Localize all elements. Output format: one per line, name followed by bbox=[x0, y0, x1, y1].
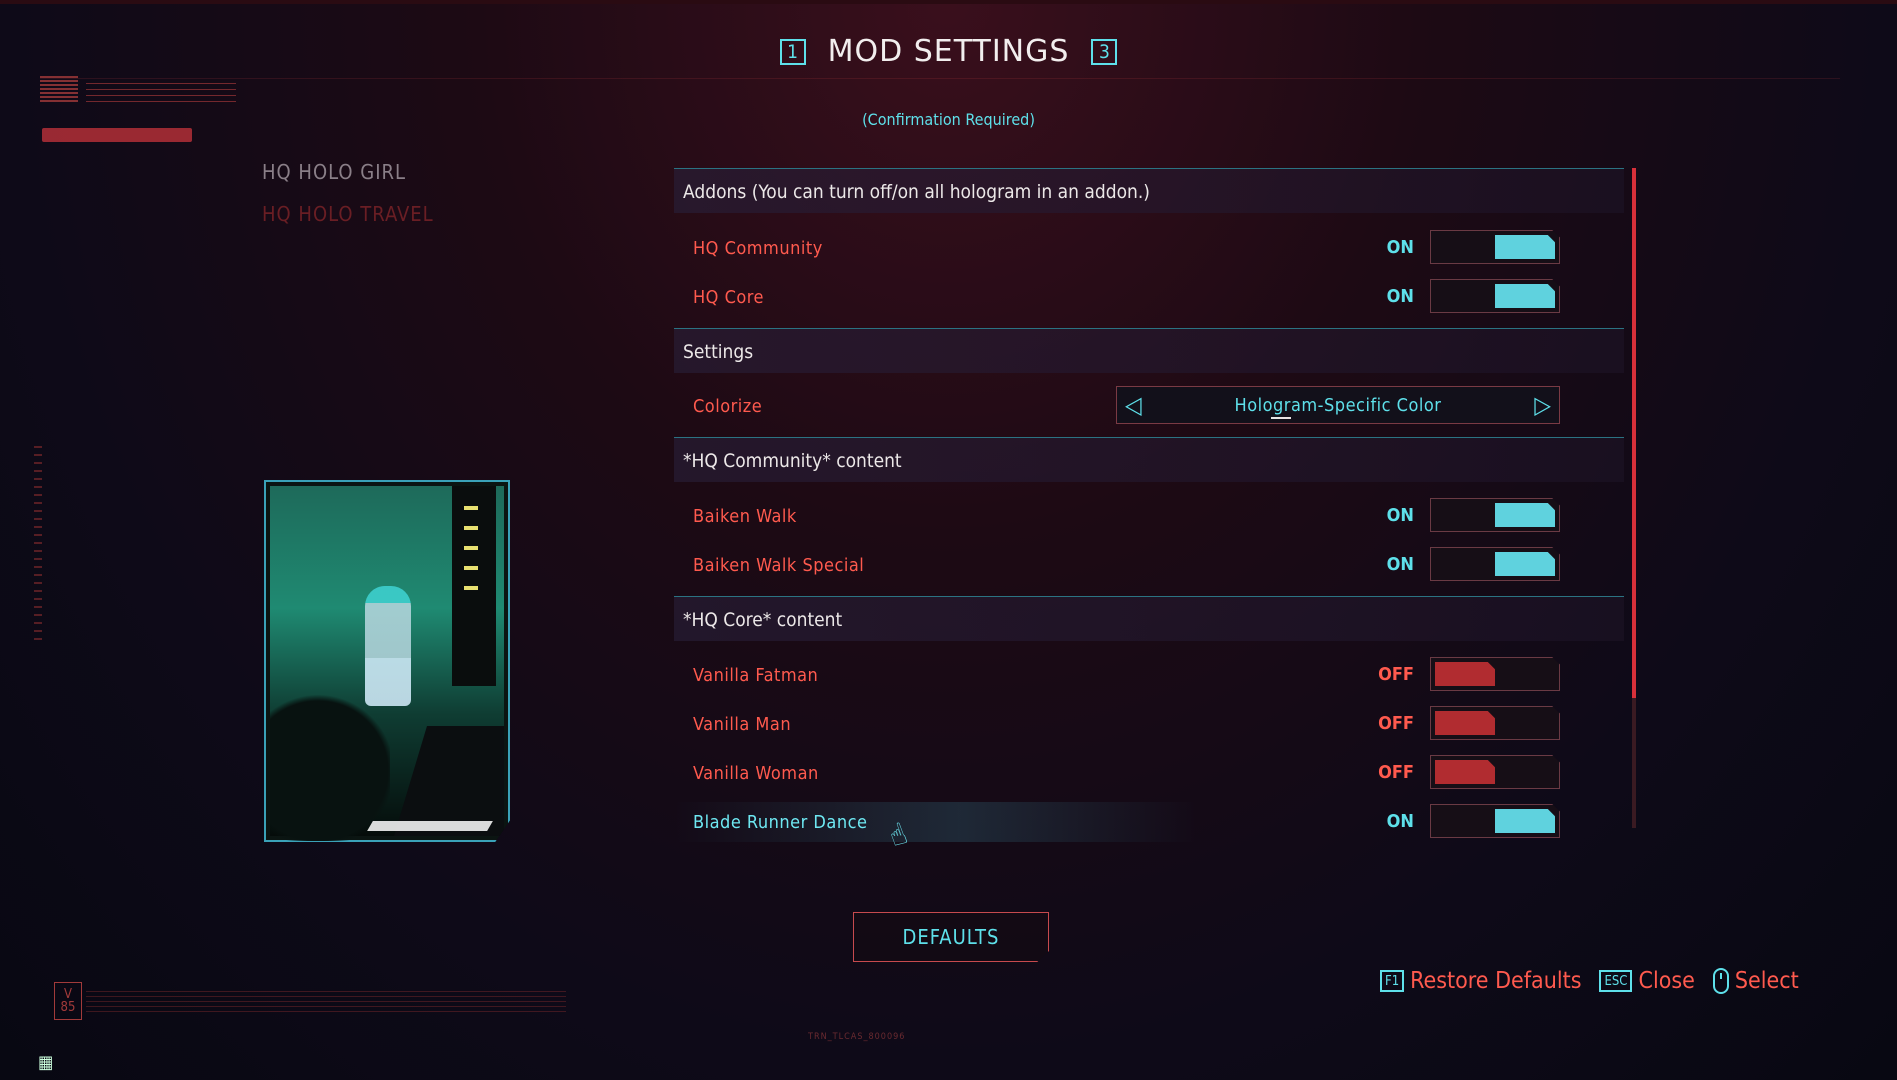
next-tab-key-icon[interactable]: 3 bbox=[1091, 38, 1118, 65]
restore-defaults-label: Restore Defaults bbox=[1410, 968, 1582, 994]
setting-row-vanilla-fatman[interactable]: Vanilla Fatman OFF bbox=[674, 655, 1624, 695]
setting-row-vanilla-woman[interactable]: Vanilla Woman OFF bbox=[674, 753, 1624, 793]
input-hints: F1 Restore Defaults ESC Close Select bbox=[1380, 968, 1799, 994]
setting-row-hq-community[interactable]: HQ Community ON bbox=[674, 228, 1624, 268]
building-silhouette bbox=[452, 486, 496, 686]
confirmation-required-note: (Confirmation Required) bbox=[862, 110, 1035, 129]
selector-value: Hologram-Specific Color bbox=[1234, 395, 1442, 416]
toggle-switch[interactable] bbox=[1430, 279, 1560, 313]
toggle-switch[interactable] bbox=[1430, 804, 1560, 838]
rooftop-silhouette bbox=[394, 726, 504, 836]
close-label: Close bbox=[1638, 968, 1695, 994]
prev-tab-key-icon[interactable]: 1 bbox=[779, 38, 806, 65]
setting-row-colorize[interactable]: Colorize ◁ Hologram-Specific Color ▷ bbox=[674, 386, 1624, 426]
decorative-fine-print bbox=[86, 80, 236, 102]
mod-list: HQ HOLO GIRL HQ HOLO TRAVEL bbox=[262, 160, 434, 244]
setting-label: Vanilla Woman bbox=[693, 763, 819, 784]
arrow-right-icon[interactable]: ▷ bbox=[1534, 391, 1551, 419]
mod-list-item-hq-holo-travel[interactable]: HQ HOLO TRAVEL bbox=[262, 202, 434, 226]
toggle-switch[interactable] bbox=[1430, 657, 1560, 691]
decorative-vertical-text bbox=[34, 440, 42, 640]
section-header-settings: Settings bbox=[674, 328, 1624, 373]
setting-label: Baiken Walk bbox=[693, 506, 797, 527]
settings-panel: Addons (You can turn off/on all hologram… bbox=[674, 168, 1624, 854]
section-header-hq-core-content: *HQ Core* content bbox=[674, 596, 1624, 641]
top-border bbox=[0, 0, 1897, 4]
grid-icon[interactable]: ▦ bbox=[38, 1052, 53, 1073]
mod-preview-image bbox=[264, 480, 510, 842]
restore-defaults-hint[interactable]: F1 Restore Defaults bbox=[1380, 968, 1581, 994]
light-streak bbox=[367, 821, 493, 831]
setting-label: Vanilla Fatman bbox=[693, 665, 819, 686]
toggle-state-text: ON bbox=[1386, 237, 1414, 258]
flag-logo-icon bbox=[40, 76, 78, 102]
setting-row-baiken-walk-special[interactable]: Baiken Walk Special ON bbox=[674, 545, 1624, 585]
setting-row-blade-runner-dance[interactable]: Blade Runner Dance ON bbox=[674, 802, 1624, 842]
selector-underline bbox=[1271, 417, 1291, 419]
toggle-switch[interactable] bbox=[1430, 547, 1560, 581]
setting-row-baiken-walk[interactable]: Baiken Walk ON bbox=[674, 496, 1624, 536]
toggle-switch[interactable] bbox=[1430, 230, 1560, 264]
section-title: *HQ Core* content bbox=[683, 609, 843, 631]
mouse-icon bbox=[1712, 968, 1729, 994]
esc-key-icon: ESC bbox=[1599, 970, 1633, 992]
section-title: Settings bbox=[683, 341, 754, 363]
defaults-button[interactable]: DEFAULTS bbox=[853, 912, 1049, 962]
hologram-girl-figure bbox=[365, 586, 411, 706]
toggle-state-text: ON bbox=[1386, 286, 1414, 307]
section-header-addons: Addons (You can turn off/on all hologram… bbox=[674, 168, 1624, 213]
section-title: Addons (You can turn off/on all hologram… bbox=[683, 181, 1150, 203]
page-title: MOD SETTINGS bbox=[827, 34, 1070, 69]
version-badge: V 85 bbox=[54, 982, 82, 1020]
toggle-state-text: ON bbox=[1386, 811, 1414, 832]
colorize-selector[interactable]: ◁ Hologram-Specific Color ▷ bbox=[1116, 386, 1560, 424]
setting-label: Baiken Walk Special bbox=[693, 555, 865, 576]
scrollbar-thumb[interactable] bbox=[1632, 168, 1636, 698]
toggle-switch[interactable] bbox=[1430, 706, 1560, 740]
section-header-hq-community-content: *HQ Community* content bbox=[674, 437, 1624, 482]
setting-label: Blade Runner Dance bbox=[693, 812, 868, 833]
setting-label: HQ Community bbox=[693, 238, 823, 259]
select-hint[interactable]: Select bbox=[1712, 968, 1799, 994]
toggle-state-text: OFF bbox=[1378, 762, 1414, 783]
setting-label: Colorize bbox=[693, 396, 763, 417]
toggle-state-text: ON bbox=[1386, 505, 1414, 526]
toggle-state-text: ON bbox=[1386, 554, 1414, 575]
f1-key-icon: F1 bbox=[1380, 970, 1405, 992]
setting-label: HQ Core bbox=[693, 287, 765, 308]
page-header: 1 MOD SETTINGS 3 bbox=[0, 34, 1897, 69]
select-label: Select bbox=[1734, 968, 1799, 994]
setting-row-vanilla-man[interactable]: Vanilla Man OFF bbox=[674, 704, 1624, 744]
toggle-switch[interactable] bbox=[1430, 498, 1560, 532]
setting-label: Vanilla Man bbox=[693, 714, 792, 735]
toggle-switch[interactable] bbox=[1430, 755, 1560, 789]
mod-list-item-hq-holo-girl[interactable]: HQ HOLO GIRL bbox=[262, 160, 434, 184]
toggle-state-text: OFF bbox=[1378, 713, 1414, 734]
decorative-fine-print bbox=[86, 990, 566, 1012]
toggle-state-text: OFF bbox=[1378, 664, 1414, 685]
decorative-line bbox=[40, 78, 1840, 79]
section-title: *HQ Community* content bbox=[683, 450, 902, 472]
scrollbar-track[interactable] bbox=[1632, 698, 1636, 828]
setting-row-hq-core[interactable]: HQ Core ON bbox=[674, 277, 1624, 317]
decorative-red-bar bbox=[42, 128, 192, 142]
bottom-tag: TRN_TLCAS_800096 bbox=[808, 1032, 906, 1042]
close-hint[interactable]: ESC Close bbox=[1599, 968, 1695, 994]
